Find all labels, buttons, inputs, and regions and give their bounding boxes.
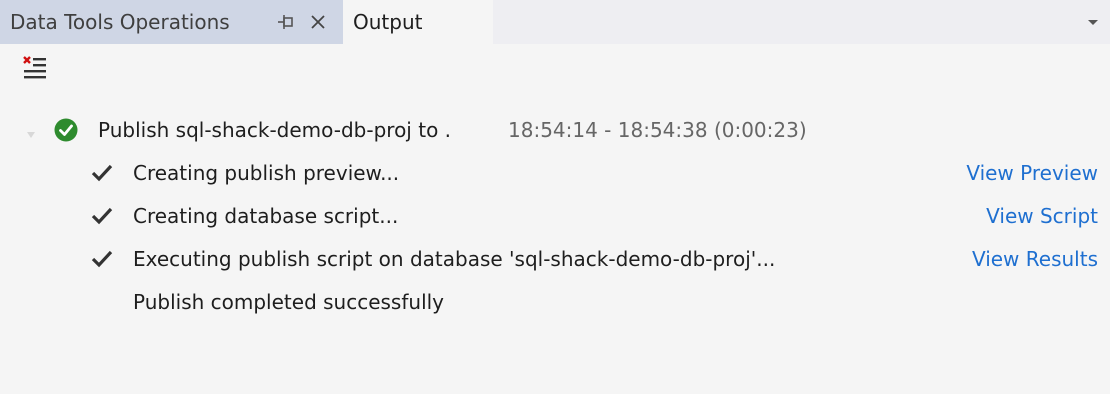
success-check-icon <box>54 118 78 142</box>
chevron-down-icon[interactable] <box>1082 12 1104 32</box>
tab-output-label: Output <box>353 10 423 34</box>
step-text: Creating database script... <box>133 204 399 228</box>
tab-data-tools-operations[interactable]: Data Tools Operations <box>0 0 343 44</box>
step-row: Executing publish script on database 'sq… <box>0 242 1110 276</box>
checkmark-icon <box>90 162 114 184</box>
checkmark-icon <box>90 248 114 270</box>
step-row: Creating publish preview... View Preview <box>0 156 1110 190</box>
operation-header-row[interactable]: Publish sql-shack-demo-db-proj to . 18:5… <box>0 113 1110 147</box>
toolbar <box>0 44 1110 99</box>
tab-output[interactable]: Output <box>343 0 493 44</box>
step-row: Publish completed successfully <box>0 285 1110 319</box>
view-preview-link[interactable]: View Preview <box>966 156 1098 190</box>
pin-icon[interactable] <box>276 10 296 34</box>
tab-data-tools-label: Data Tools Operations <box>10 10 230 34</box>
clear-all-icon[interactable] <box>20 54 50 84</box>
step-text: Executing publish script on database 'sq… <box>133 247 776 271</box>
checkmark-icon <box>90 205 114 227</box>
operation-title: Publish sql-shack-demo-db-proj to . <box>98 118 452 142</box>
expander-icon[interactable] <box>24 123 38 138</box>
output-content: Publish sql-shack-demo-db-proj to . 18:5… <box>0 99 1110 394</box>
tab-bar: Data Tools Operations Output <box>0 0 1110 44</box>
step-text: Creating publish preview... <box>133 161 400 185</box>
view-results-link[interactable]: View Results <box>972 242 1098 276</box>
step-row: Creating database script... View Script <box>0 199 1110 233</box>
view-script-link[interactable]: View Script <box>986 199 1098 233</box>
operation-time-range: 18:54:14 - 18:54:38 (0:00:23) <box>508 118 807 142</box>
completion-message: Publish completed successfully <box>133 290 445 314</box>
close-icon[interactable] <box>306 10 330 34</box>
